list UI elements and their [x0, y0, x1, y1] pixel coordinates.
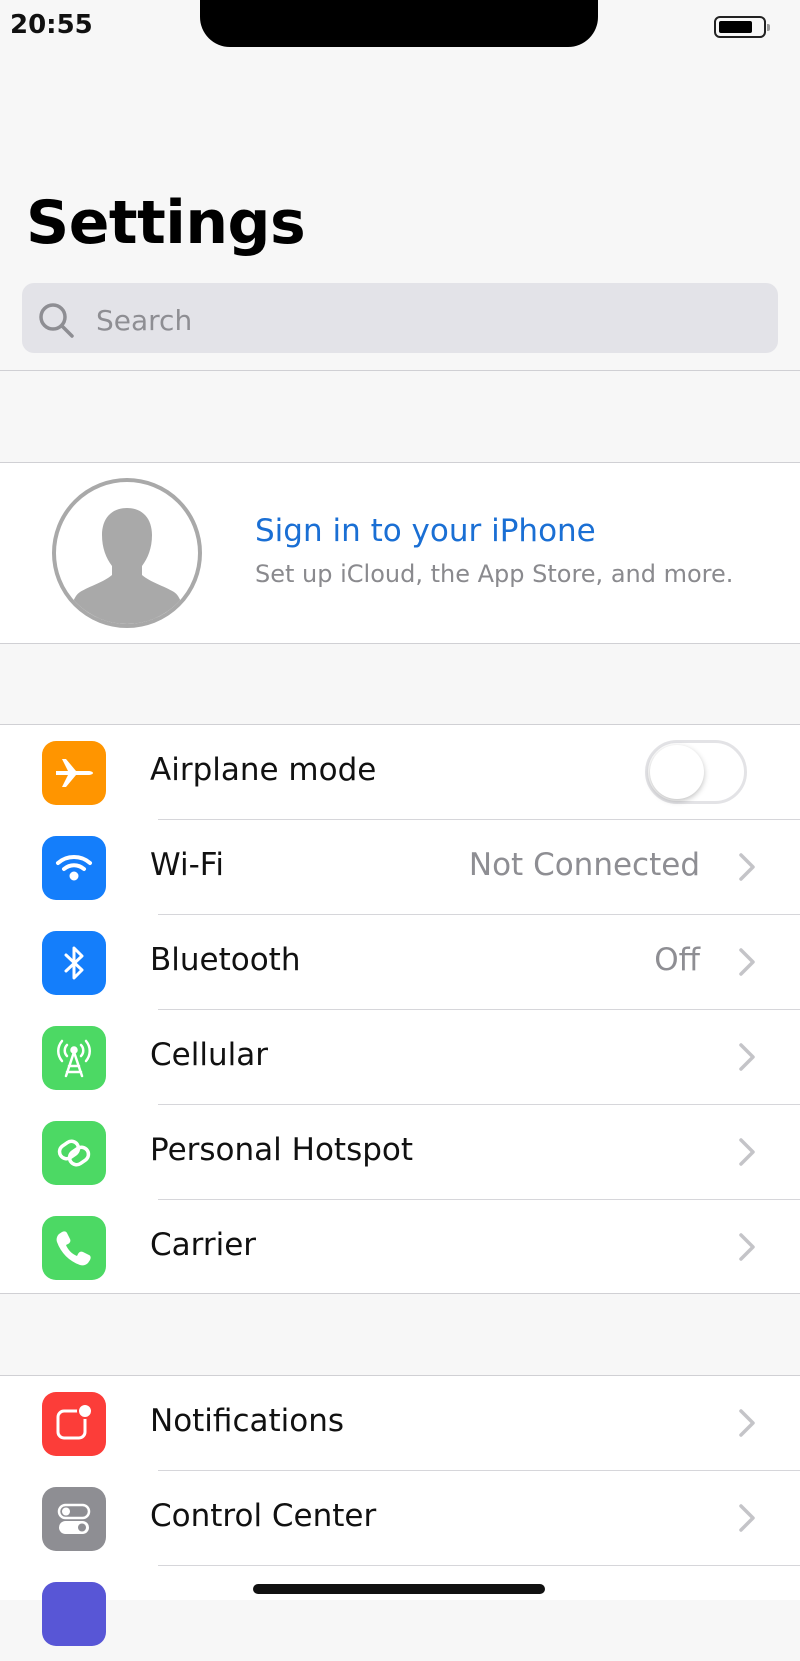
sign-in-subtitle: Set up iCloud, the App Store, and more. — [255, 560, 734, 588]
settings-row-cellular[interactable]: Cellular — [0, 1010, 800, 1105]
chevron-right-icon — [738, 1137, 756, 1172]
chevron-right-icon — [738, 1042, 756, 1077]
moon-icon — [42, 1582, 106, 1646]
wifi-status: Not Connected — [468, 847, 700, 883]
search-icon — [37, 301, 77, 346]
chevron-right-icon — [738, 947, 756, 982]
airplane-mode-toggle[interactable] — [645, 740, 747, 804]
connectivity-group: Airplane mode Wi-Fi Not Connected Blueto… — [0, 725, 800, 1293]
control-center-label: Control Center — [150, 1498, 377, 1534]
carrier-label: Carrier — [150, 1227, 257, 1263]
settings-row-partial[interactable] — [0, 1566, 800, 1661]
notifications-icon — [42, 1392, 106, 1456]
bluetooth-status: Off — [654, 942, 700, 978]
chevron-right-icon — [738, 1503, 756, 1538]
page-title: Settings — [26, 188, 306, 258]
hotspot-icon — [42, 1121, 106, 1185]
divider — [0, 1293, 800, 1294]
bluetooth-icon — [42, 931, 106, 995]
control-center-icon — [42, 1487, 106, 1551]
airplane-mode-label: Airplane mode — [150, 752, 377, 788]
wifi-label: Wi-Fi — [150, 847, 224, 883]
search-placeholder: Search — [96, 304, 193, 337]
divider — [0, 643, 800, 644]
bluetooth-label: Bluetooth — [150, 942, 301, 978]
sign-in-title: Sign in to your iPhone — [255, 513, 596, 549]
settings-row-airplane-mode[interactable]: Airplane mode — [0, 725, 800, 820]
settings-row-personal-hotspot[interactable]: Personal Hotspot — [0, 1105, 800, 1200]
cellular-label: Cellular — [150, 1037, 268, 1073]
status-time: 20:55 — [10, 10, 93, 40]
settings-row-carrier[interactable]: Carrier — [0, 1200, 800, 1295]
device-notch — [200, 0, 598, 47]
settings-row-notifications[interactable]: Notifications — [0, 1376, 800, 1471]
settings-row-wifi[interactable]: Wi-Fi Not Connected — [0, 820, 800, 915]
chevron-right-icon — [738, 1232, 756, 1267]
system-group: Notifications Control Center — [0, 1376, 800, 1646]
phone-icon — [42, 1216, 106, 1280]
settings-row-control-center[interactable]: Control Center — [0, 1471, 800, 1566]
home-indicator[interactable] — [253, 1584, 545, 1594]
search-input[interactable]: Search — [22, 283, 778, 353]
personal-hotspot-label: Personal Hotspot — [150, 1132, 414, 1168]
avatar — [52, 478, 202, 628]
status-bar: 20:55 — [0, 0, 800, 48]
divider — [0, 370, 800, 371]
chevron-right-icon — [738, 852, 756, 887]
sign-in-row[interactable]: Sign in to your iPhone Set up iCloud, th… — [0, 463, 800, 643]
settings-row-bluetooth[interactable]: Bluetooth Off — [0, 915, 800, 1010]
airplane-icon — [42, 741, 106, 805]
battery-icon — [714, 16, 770, 38]
cellular-antenna-icon — [42, 1026, 106, 1090]
notifications-label: Notifications — [150, 1403, 345, 1439]
chevron-right-icon — [738, 1408, 756, 1443]
wifi-icon — [42, 836, 106, 900]
